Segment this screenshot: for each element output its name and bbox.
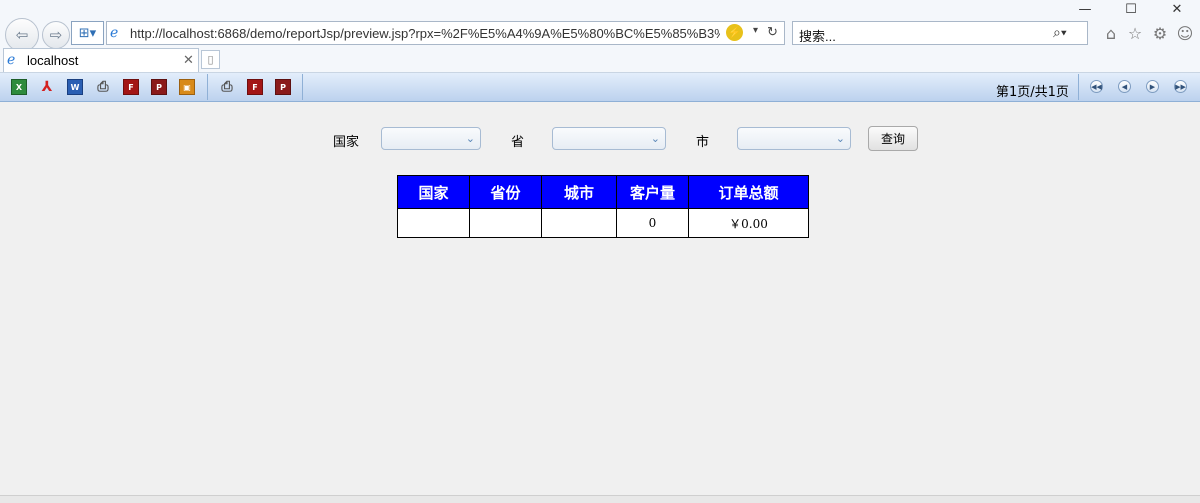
new-tab-icon: ▯ [207,53,214,66]
search-input[interactable]: 搜索... [799,26,836,45]
city-label: 市 [696,135,710,150]
first-page-icon[interactable]: ◀◀ [1090,80,1103,93]
query-button[interactable]: 查询 [868,126,918,151]
tab-ie-icon: ℯ [7,51,16,67]
province-label: 省 [511,135,525,150]
city-select[interactable]: ⌄ [737,127,851,150]
cell-city [541,208,617,238]
export-pdf-icon[interactable]: ⅄ [39,79,55,95]
close-tab-icon[interactable]: ✕ [183,52,194,68]
print-all-icon[interactable]: ⎙ [219,79,235,95]
forward-arrow-icon: ⇨ [49,26,63,44]
url-text[interactable]: http://localhost:6868/demo/reportJsp/pre… [130,26,720,41]
back-arrow-icon: ⇦ [15,26,29,44]
header-customer-count: 客户量 [616,175,689,209]
shield-plus-icon: ⊞▾ [78,25,97,41]
previous-page-icon[interactable]: ◀ [1118,80,1131,93]
report-table: 国家 省份 城市 客户量 订单总额 0 ￥0.00 [397,175,809,238]
search-box[interactable]: 搜索... ⌕▾ [792,21,1088,45]
print-pdf-icon[interactable]: P [151,79,167,95]
province-select[interactable]: ⌄ [552,127,666,150]
table-header-row: 国家 省份 城市 客户量 订单总额 [397,175,809,209]
country-select[interactable]: ⌄ [381,127,481,150]
tab-localhost[interactable]: ℯ localhost ✕ [3,48,199,72]
country-label: 国家 [333,135,360,150]
cell-order-total: ￥0.00 [688,208,809,238]
export-word-icon[interactable]: W [67,79,83,95]
page-indicator: 第1页/共1页 [996,85,1069,100]
tracking-protection-button[interactable]: ⊞▾ [71,21,104,45]
header-city: 城市 [541,175,617,209]
settings-gear-icon[interactable]: ⚙ [1147,21,1173,45]
cell-customer-count: 0 [616,208,689,238]
export-image-icon[interactable]: ▣ [179,79,195,95]
close-window-icon[interactable]: ✕ [1162,0,1192,18]
dropdown-arrow-icon[interactable]: ▾ [753,25,758,36]
compatibility-icon[interactable]: ⚡ [726,24,743,41]
next-page-icon[interactable]: ▶ [1146,80,1159,93]
header-province: 省份 [469,175,542,209]
toolbar-separator [1078,74,1079,100]
header-country: 国家 [397,175,470,209]
chevron-down-icon: ⌄ [465,132,475,145]
print-flash-icon[interactable]: F [123,79,139,95]
toolbar-separator [302,74,303,100]
feedback-smiley-icon[interactable]: ☺ [1172,21,1198,45]
print-all-pdf-icon[interactable]: P [275,79,291,95]
table-row: 0 ￥0.00 [397,208,809,238]
refresh-icon[interactable]: ↻ [767,24,778,40]
last-page-icon[interactable]: ▶▶ [1174,80,1187,93]
cell-country [397,208,470,238]
back-button[interactable]: ⇦ [5,18,39,52]
minimize-icon[interactable]: — [1070,0,1100,18]
home-icon[interactable]: ⌂ [1098,21,1124,45]
search-icon[interactable]: ⌕▾ [1053,24,1067,41]
maximize-icon[interactable]: ☐ [1116,0,1146,18]
ie-page-icon: ℯ [110,24,119,40]
cell-province [469,208,542,238]
header-order-total: 订单总额 [688,175,809,209]
forward-button[interactable]: ⇨ [42,21,70,49]
export-excel-icon[interactable]: X [11,79,27,95]
toolbar-separator [207,74,208,100]
tab-title: localhost [27,53,79,68]
address-bar[interactable]: ℯ http://localhost:6868/demo/reportJsp/p… [106,21,785,45]
print-all-flash-icon[interactable]: F [247,79,263,95]
new-tab-button[interactable]: ▯ [201,50,220,69]
chevron-down-icon: ⌄ [650,132,660,145]
print-icon[interactable]: ⎙ [95,79,111,95]
favorites-star-icon[interactable]: ☆ [1122,21,1148,45]
chevron-down-icon: ⌄ [835,132,845,145]
